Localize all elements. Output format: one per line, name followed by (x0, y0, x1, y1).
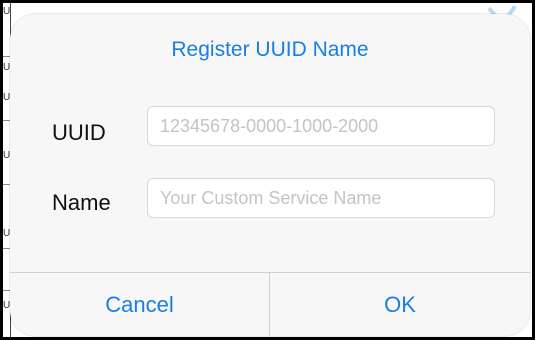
cancel-button[interactable]: Cancel (10, 273, 270, 336)
uuid-label: UUID (52, 120, 106, 145)
dialog-title: Register UUID Name (171, 38, 369, 61)
ok-button[interactable]: OK (270, 273, 530, 336)
dialog-button-bar: Cancel OK (10, 272, 530, 336)
frame-border-left (0, 0, 3, 340)
name-label: Name (52, 190, 111, 215)
frame-border-top (0, 0, 535, 3)
uuid-input[interactable] (147, 106, 495, 146)
name-input[interactable] (147, 178, 495, 218)
register-uuid-dialog: Register UUID Name UUID Name Cancel OK (10, 14, 530, 336)
background-list-item-fragment: U (3, 6, 11, 17)
